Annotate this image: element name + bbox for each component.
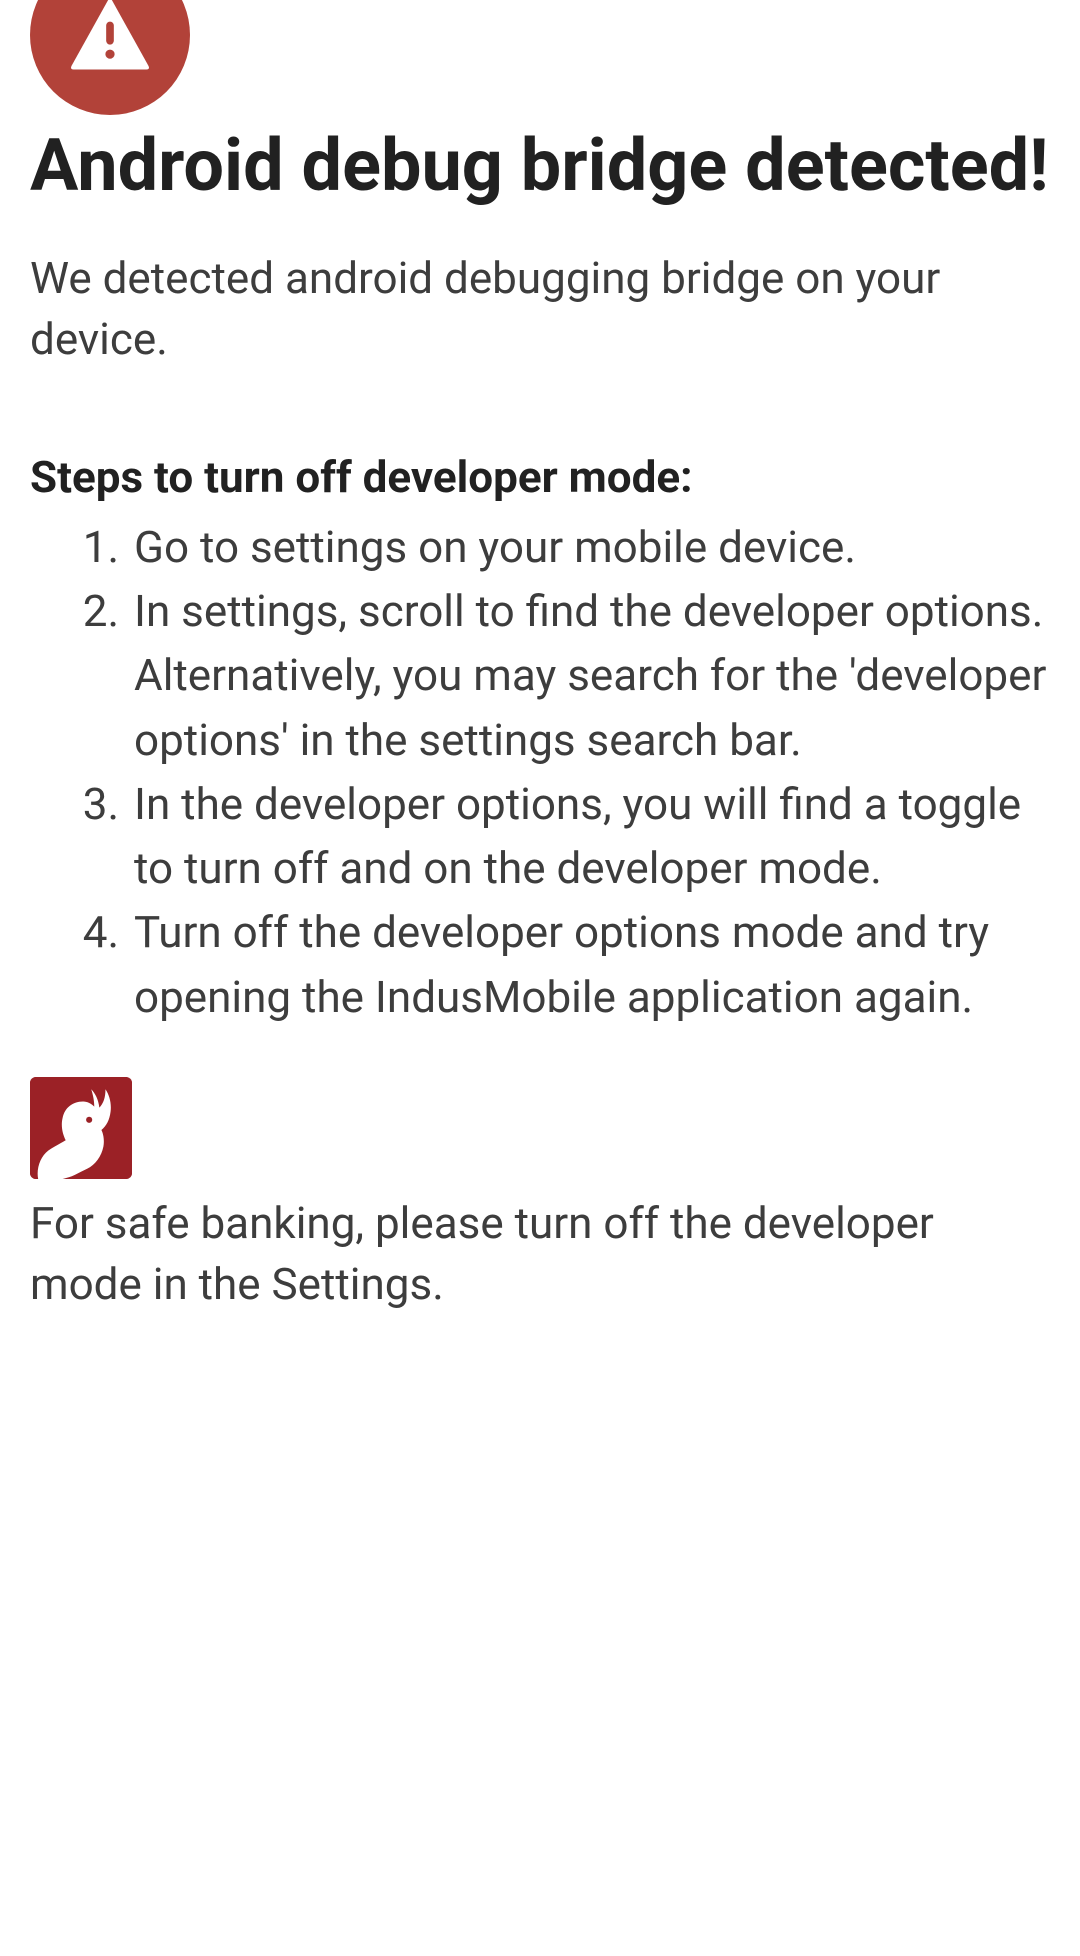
page-title: Android debug bridge detected!: [30, 125, 1050, 208]
warning-icon-circle: [30, 0, 190, 115]
list-item: Turn off the developer options mode and …: [130, 900, 1050, 1028]
bull-silhouette-icon: [30, 1077, 132, 1179]
list-item: In the developer options, you will find …: [130, 772, 1050, 900]
footer-text: For safe banking, please turn off the de…: [30, 1193, 1050, 1316]
steps-list: Go to settings on your mobile device. In…: [30, 515, 1050, 1029]
list-item: In settings, scroll to find the develope…: [130, 579, 1050, 772]
warning-icon-container: [30, 0, 190, 115]
warning-triangle-icon: [64, 0, 156, 81]
app-icon: [30, 1077, 132, 1179]
description-text: We detected android debugging bridge on …: [30, 248, 1050, 371]
list-item: Go to settings on your mobile device.: [130, 515, 1050, 579]
steps-heading: Steps to turn off developer mode:: [30, 451, 1050, 503]
